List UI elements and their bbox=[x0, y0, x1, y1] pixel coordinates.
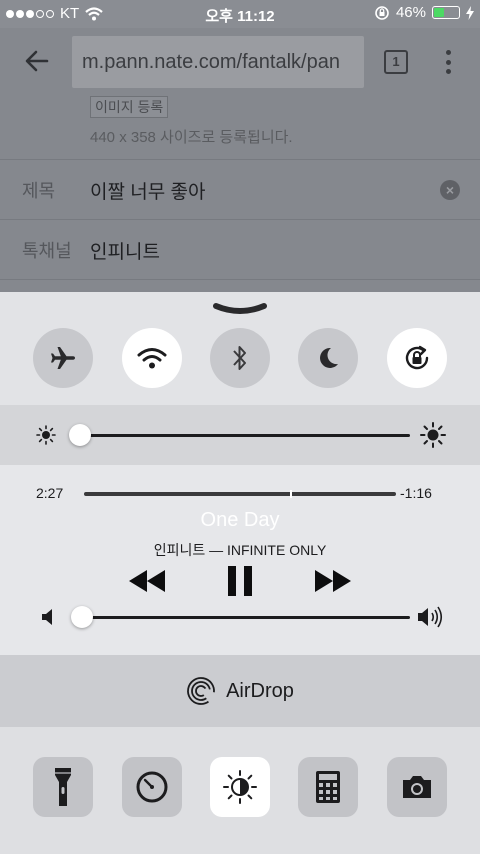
volume-slider-knob[interactable] bbox=[71, 606, 93, 628]
image-size-note: 440 x 358 사이즈로 등록됩니다. bbox=[90, 129, 293, 146]
fast-forward-icon bbox=[315, 570, 351, 592]
brightness-section bbox=[0, 405, 480, 465]
control-center: 2:27 -1:16 One Day 인피니트 — INFINITE ONLY bbox=[0, 292, 480, 854]
timer-button[interactable] bbox=[122, 757, 182, 817]
shortcuts-section bbox=[0, 727, 480, 854]
title-label: 제목 bbox=[22, 181, 56, 201]
flashlight-button[interactable] bbox=[33, 757, 93, 817]
playback-position-marker[interactable] bbox=[289, 490, 292, 498]
timer-icon bbox=[136, 771, 168, 803]
camera-button[interactable] bbox=[387, 757, 447, 817]
volume-low-icon bbox=[42, 609, 52, 625]
status-right: 46% bbox=[374, 4, 474, 21]
song-title: One Day bbox=[200, 509, 280, 531]
battery-icon bbox=[432, 6, 460, 19]
moon-icon bbox=[320, 347, 338, 368]
charging-icon bbox=[466, 5, 474, 20]
elapsed-time: 2:27 bbox=[36, 485, 64, 501]
flashlight-icon bbox=[55, 768, 71, 806]
brightness-slider-knob[interactable] bbox=[69, 424, 91, 446]
volume-high-icon bbox=[418, 606, 443, 628]
brightness-slider-track[interactable] bbox=[80, 434, 410, 437]
post-form: 이미지 등록 440 x 358 사이즈로 등록됩니다. 제목 이짤 너무 좋아… bbox=[0, 96, 480, 292]
title-input[interactable]: 이짤 너무 좋아 bbox=[90, 177, 205, 204]
rotation-lock-icon bbox=[405, 345, 429, 370]
wifi-toggle[interactable] bbox=[122, 328, 182, 388]
calculator-button[interactable] bbox=[298, 757, 358, 817]
night-shift-icon bbox=[223, 770, 257, 804]
form-divider bbox=[0, 159, 480, 160]
airdrop-label: AirDrop bbox=[226, 679, 294, 702]
volume-slider-track[interactable] bbox=[80, 616, 410, 619]
clear-title-button[interactable]: × bbox=[440, 180, 460, 200]
rotation-lock-toggle[interactable] bbox=[387, 328, 447, 388]
camera-icon bbox=[403, 776, 431, 798]
brightness-low-icon bbox=[36, 425, 56, 445]
back-arrow-icon[interactable] bbox=[24, 48, 50, 74]
remaining-time: -1:16 bbox=[400, 485, 432, 501]
bluetooth-toggle[interactable] bbox=[210, 328, 270, 388]
airplane-mode-toggle[interactable] bbox=[33, 328, 93, 388]
playback-scrubber[interactable] bbox=[84, 490, 396, 498]
channel-label: 톡채널 bbox=[22, 241, 72, 261]
pause-button[interactable] bbox=[226, 566, 254, 596]
do-not-disturb-toggle[interactable] bbox=[298, 328, 358, 388]
orientation-lock-status-icon bbox=[375, 5, 389, 20]
bluetooth-icon bbox=[233, 346, 246, 370]
airplane-icon bbox=[51, 347, 75, 369]
wifi-icon bbox=[137, 348, 167, 369]
brightness-high-icon bbox=[420, 422, 446, 448]
airdrop-icon bbox=[187, 677, 215, 705]
battery-percent: 46% bbox=[395, 4, 426, 21]
form-divider bbox=[0, 219, 480, 220]
channel-value[interactable]: 인피니트 bbox=[90, 237, 160, 264]
tab-switcher-button[interactable]: 1 bbox=[384, 50, 408, 74]
now-playing-section: 2:27 -1:16 One Day 인피니트 — INFINITE ONLY bbox=[0, 465, 480, 655]
rewind-button[interactable] bbox=[128, 566, 166, 596]
fast-forward-button[interactable] bbox=[314, 566, 352, 596]
night-shift-button[interactable] bbox=[210, 757, 270, 817]
calculator-icon bbox=[316, 771, 340, 803]
dismiss-grabber-icon[interactable] bbox=[212, 300, 268, 320]
status-bar: KT 오후 11:12 46% bbox=[0, 0, 480, 28]
overflow-menu-icon[interactable] bbox=[446, 50, 452, 74]
form-divider bbox=[0, 279, 480, 280]
url-field[interactable]: m.pann.nate.com/fantalk/pan bbox=[72, 36, 364, 88]
airdrop-button[interactable]: AirDrop bbox=[0, 655, 480, 727]
battery-level bbox=[434, 8, 445, 17]
rewind-icon bbox=[129, 570, 165, 592]
image-register-button[interactable]: 이미지 등록 bbox=[90, 96, 169, 118]
song-artist-album: 인피니트 — INFINITE ONLY bbox=[153, 542, 327, 558]
pause-icon bbox=[228, 566, 252, 596]
browser-toolbar: m.pann.nate.com/fantalk/pan 1 bbox=[0, 28, 480, 96]
